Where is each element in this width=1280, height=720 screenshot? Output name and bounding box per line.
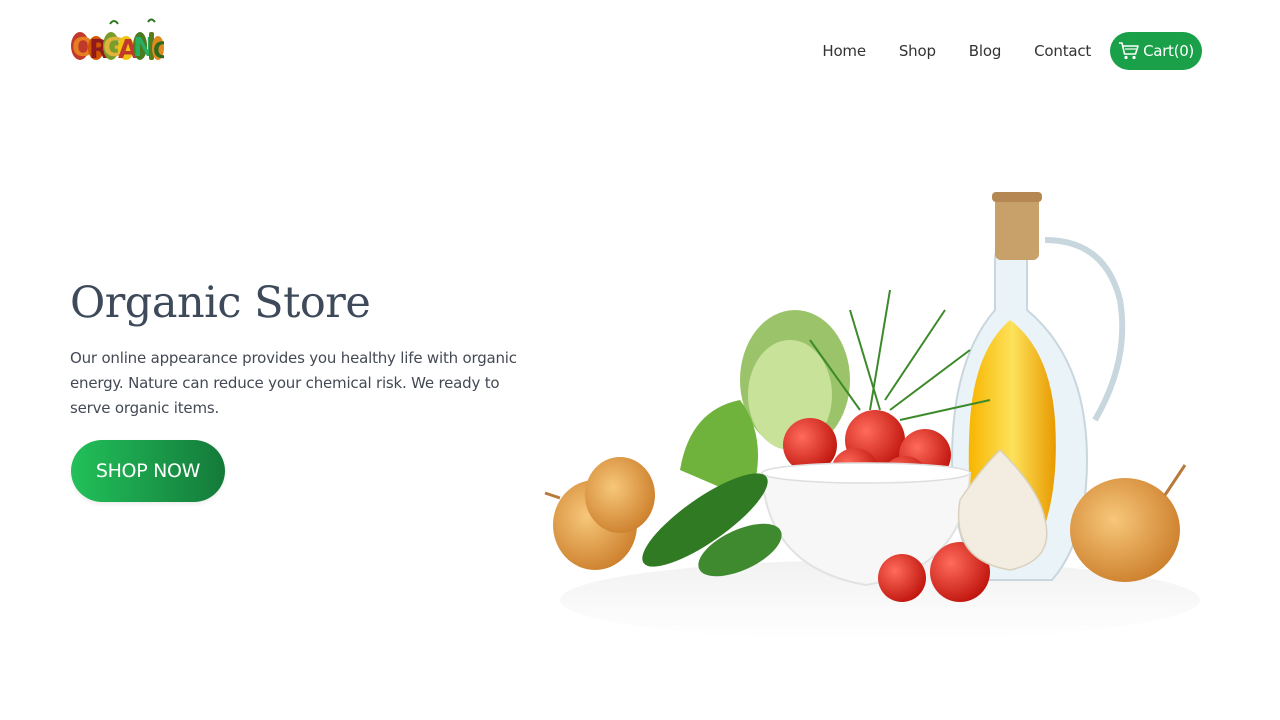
hero-description: Our online appearance provides you healt…: [70, 349, 517, 417]
cart-button[interactable]: Cart(0): [1110, 32, 1202, 70]
hero-title: Organic Store: [70, 278, 371, 328]
cart-label: Cart(0): [1143, 42, 1194, 60]
shop-now-button[interactable]: SHOP NOW: [71, 440, 225, 502]
nav-shop[interactable]: Shop: [899, 42, 936, 60]
nav-contact[interactable]: Contact: [1034, 42, 1091, 60]
nav-blog[interactable]: Blog: [969, 42, 1002, 60]
main-nav: Home Shop Blog Contact Cart(0): [822, 32, 1202, 70]
nav-home[interactable]: Home: [822, 42, 866, 60]
hero-vegetables-image: [544, 192, 1200, 640]
svg-text:C: C: [153, 39, 164, 64]
organic-logo[interactable]: O R G A N C: [70, 16, 164, 76]
cart-icon: [1119, 42, 1139, 60]
